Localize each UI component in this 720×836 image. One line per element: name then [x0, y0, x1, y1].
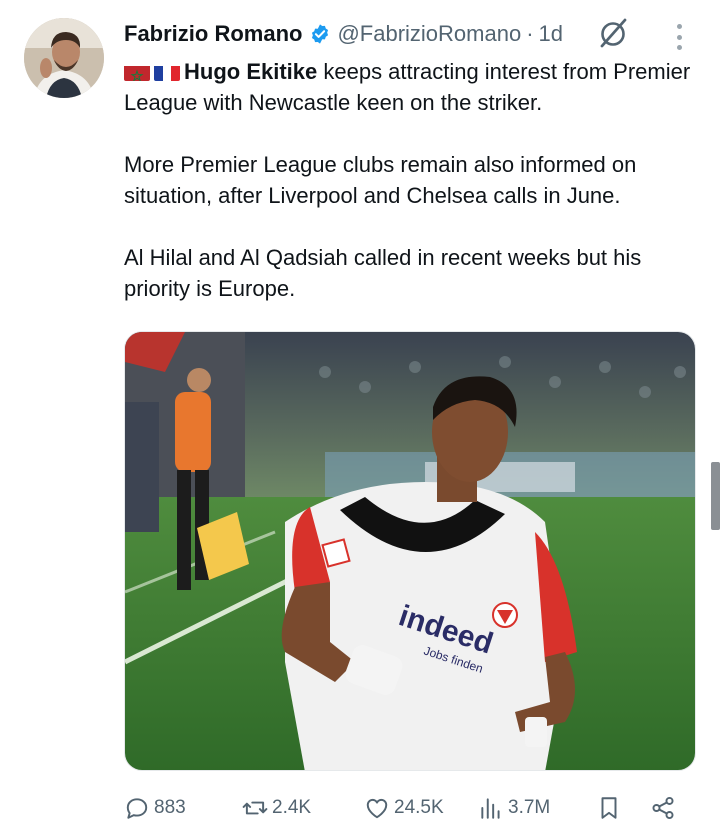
like-count: 24.5K: [394, 797, 444, 818]
scrollbar-thumb[interactable]: [711, 462, 720, 530]
morocco-flag-icon: [124, 62, 150, 81]
views-button[interactable]: 3.7M: [478, 795, 596, 821]
share-button[interactable]: [650, 795, 680, 821]
repost-button[interactable]: 2.4K: [242, 795, 364, 821]
reply-button[interactable]: 883: [124, 795, 242, 821]
bookmark-button[interactable]: [596, 795, 650, 821]
more-options-icon[interactable]: [666, 22, 692, 52]
separator-dot: ·: [526, 21, 534, 46]
tweet-text: Hugo Ekitike keeps attracting interest f…: [124, 56, 696, 304]
bookmark-icon: [601, 797, 617, 819]
like-button[interactable]: 24.5K: [364, 795, 478, 821]
france-flag-icon: [154, 62, 180, 81]
heart-icon: [366, 798, 388, 819]
author-handle[interactable]: @FabrizioRomano: [337, 21, 521, 47]
share-icon: [652, 796, 674, 820]
action-bar: 883 2.4K 24.5K 3.7M: [124, 792, 696, 824]
reply-count: 883: [154, 797, 186, 818]
verified-badge-icon: [309, 23, 331, 45]
repost-icon: [242, 801, 268, 815]
tweet-paragraph-2: More Premier League clubs remain also in…: [124, 152, 637, 208]
grok-icon[interactable]: [596, 16, 630, 50]
views-count: 3.7M: [508, 797, 551, 818]
tweet-photo[interactable]: indeed Jobs finden: [124, 331, 696, 771]
reply-icon: [126, 798, 148, 819]
tweet-header: Fabrizio Romano @FabrizioRomano · 1d: [124, 18, 563, 50]
tweet-paragraph-3: Al Hilal and Al Qadsiah called in recent…: [124, 245, 642, 301]
player-name: Hugo Ekitike: [184, 59, 318, 84]
views-chart-icon: [481, 798, 500, 819]
author-avatar[interactable]: [24, 18, 104, 98]
timestamp[interactable]: 1d: [539, 21, 563, 47]
author-name[interactable]: Fabrizio Romano: [124, 21, 302, 47]
repost-count: 2.4K: [272, 797, 312, 818]
